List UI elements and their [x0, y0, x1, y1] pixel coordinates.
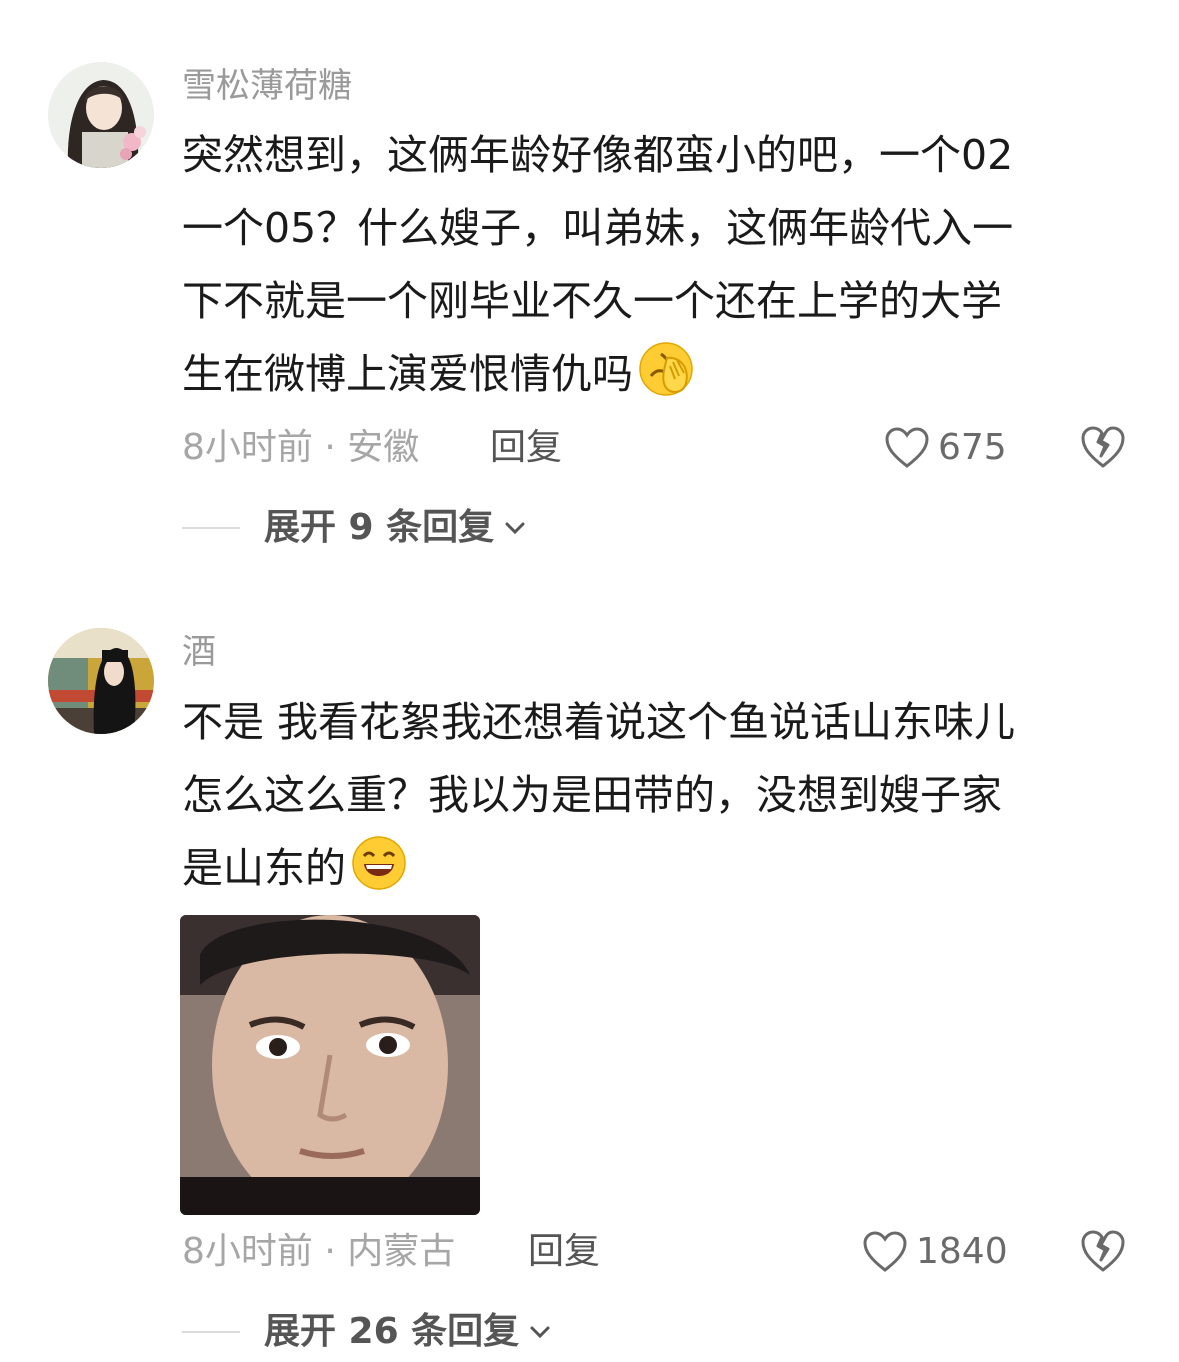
expand-replies-label: 展开 26 条回复 — [264, 1311, 520, 1352]
like-count: 1840 — [916, 1231, 1008, 1272]
chevron-down-icon — [530, 1326, 550, 1339]
comment-meta: 8小时前 · 内蒙古 — [182, 1231, 456, 1272]
broken-heart-icon[interactable] — [1080, 424, 1126, 470]
avatar[interactable] — [48, 628, 154, 734]
comment-line: 是山东的 — [182, 832, 1112, 915]
grinning-squint-emoji — [350, 834, 408, 915]
comment-text: 突然想到，这俩年龄好像都蛮小的吧，一个02 一个05？什么嫂子，叫弟妹，这俩年龄… — [182, 119, 1112, 421]
chevron-down-icon — [505, 522, 525, 535]
avatar[interactable] — [48, 62, 154, 168]
divider-line — [182, 1331, 240, 1333]
comment-text: 不是 我看花絮我还想着说这个鱼说话山东味儿 怎么这么重？我以为是田带的，没想到嫂… — [182, 686, 1112, 915]
heart-icon — [885, 427, 929, 468]
face-with-hand-over-eyes-emoji — [637, 340, 695, 421]
reply-button[interactable]: 回复 — [528, 1230, 600, 1274]
heart-icon — [863, 1231, 907, 1272]
comment-line-text: 是山东的 — [182, 844, 346, 892]
broken-heart-icon[interactable] — [1080, 1228, 1126, 1274]
comment-line: 不是 我看花絮我还想着说这个鱼说话山东味儿 — [182, 698, 1016, 746]
comment-line: 怎么这么重？我以为是田带的，没想到嫂子家 — [182, 771, 1002, 819]
username[interactable]: 酒 — [182, 632, 216, 672]
attached-photo[interactable] — [180, 915, 480, 1215]
divider-line — [182, 527, 240, 529]
comment-line: 下不就是一个刚毕业不久一个还在上学的大学 — [182, 277, 1002, 325]
expand-replies-button[interactable]: 展开 26 条回复 — [182, 1310, 553, 1354]
comment-line: 生在微博上演爱恨情仇吗 — [182, 338, 1112, 421]
username[interactable]: 雪松薄荷糖 — [182, 66, 352, 106]
like-button[interactable]: 1840 — [862, 1230, 1008, 1274]
comment-line: 一个05？什么嫂子，叫弟妹，这俩年龄代入一 — [182, 204, 1014, 252]
like-button[interactable]: 675 — [884, 426, 1007, 470]
reply-button[interactable]: 回复 — [490, 426, 562, 470]
comment-line-text: 生在微博上演爱恨情仇吗 — [182, 350, 633, 398]
expand-replies-label: 展开 9 条回复 — [264, 507, 495, 548]
like-count: 675 — [938, 427, 1007, 468]
comment-meta: 8小时前 · 安徽 — [182, 427, 420, 468]
comment-line: 突然想到，这俩年龄好像都蛮小的吧，一个02 — [182, 131, 1014, 179]
expand-replies-button[interactable]: 展开 9 条回复 — [182, 506, 528, 550]
